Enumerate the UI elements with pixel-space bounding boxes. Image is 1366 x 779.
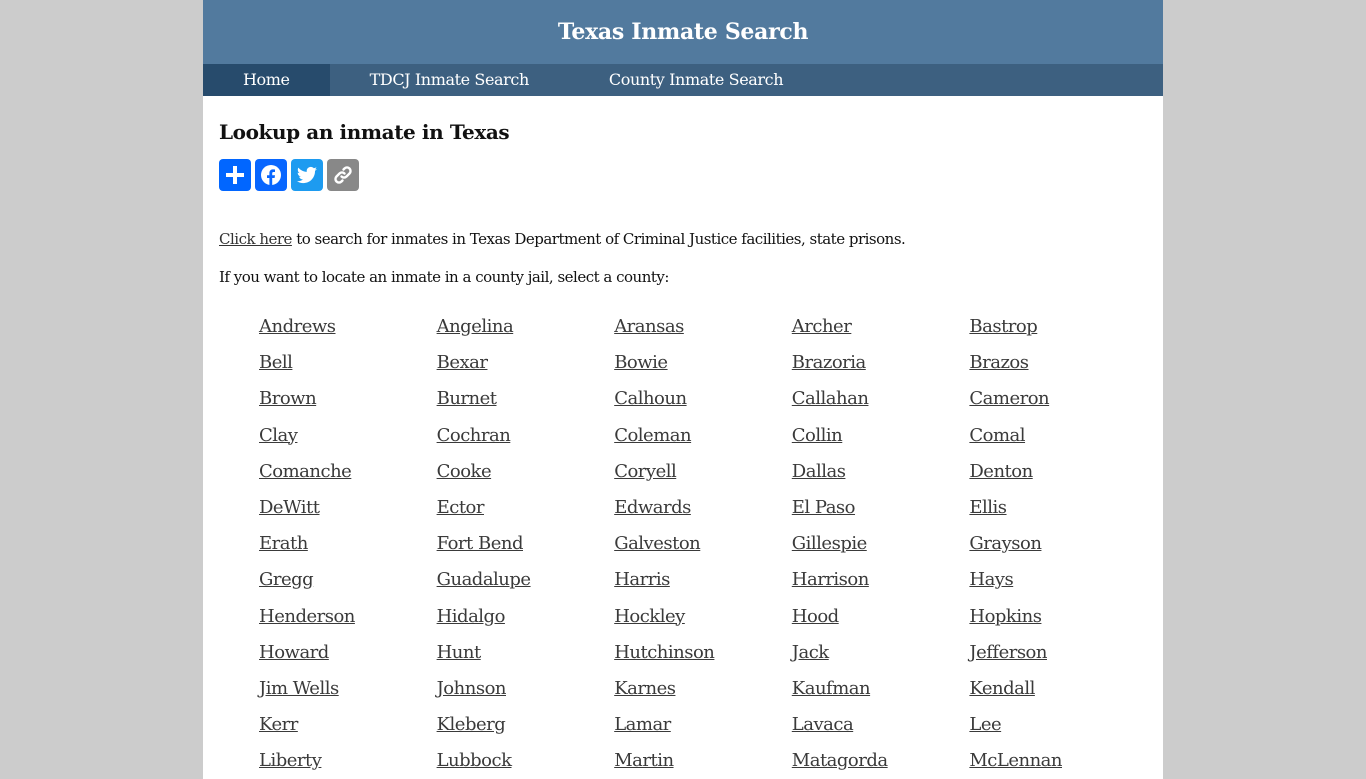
county-link-callahan[interactable]: Callahan xyxy=(792,381,970,417)
share-toolbar xyxy=(219,159,1147,192)
county-link-hidalgo[interactable]: Hidalgo xyxy=(437,599,615,635)
county-link-johnson[interactable]: Johnson xyxy=(437,671,615,707)
share-button[interactable] xyxy=(219,159,251,191)
link-icon xyxy=(334,166,352,184)
county-link-erath[interactable]: Erath xyxy=(259,526,437,562)
county-link-burnet[interactable]: Burnet xyxy=(437,381,615,417)
county-link-comanche[interactable]: Comanche xyxy=(259,454,437,490)
county-link-henderson[interactable]: Henderson xyxy=(259,599,437,635)
county-prompt: If you want to locate an inmate in a cou… xyxy=(219,268,669,286)
tdcj-paragraph: Click here to search for inmates in Texa… xyxy=(219,230,1147,248)
county-link-lavaca[interactable]: Lavaca xyxy=(792,707,970,743)
county-link-matagorda[interactable]: Matagorda xyxy=(792,743,970,779)
county-link-hays[interactable]: Hays xyxy=(969,562,1147,598)
county-link-jefferson[interactable]: Jefferson xyxy=(969,635,1147,671)
county-link-denton[interactable]: Denton xyxy=(969,454,1147,490)
county-link-bexar[interactable]: Bexar xyxy=(437,345,615,381)
tdcj-description: to search for inmates in Texas Departmen… xyxy=(291,230,906,248)
county-link-hunt[interactable]: Hunt xyxy=(437,635,615,671)
county-link-jack[interactable]: Jack xyxy=(792,635,970,671)
county-link-gillespie[interactable]: Gillespie xyxy=(792,526,970,562)
county-link-brown[interactable]: Brown xyxy=(259,381,437,417)
county-link-ellis[interactable]: Ellis xyxy=(969,490,1147,526)
county-link-bell[interactable]: Bell xyxy=(259,345,437,381)
twitter-icon xyxy=(297,166,317,184)
nav-item-home[interactable]: Home xyxy=(203,64,330,96)
county-link-coleman[interactable]: Coleman xyxy=(614,418,792,454)
twitter-share-button[interactable] xyxy=(291,159,323,191)
county-link-comal[interactable]: Comal xyxy=(969,418,1147,454)
county-link-lubbock[interactable]: Lubbock xyxy=(437,743,615,779)
county-link-martin[interactable]: Martin xyxy=(614,743,792,779)
county-link-brazos[interactable]: Brazos xyxy=(969,345,1147,381)
county-link-kendall[interactable]: Kendall xyxy=(969,671,1147,707)
county-link-clay[interactable]: Clay xyxy=(259,418,437,454)
county-link-lamar[interactable]: Lamar xyxy=(614,707,792,743)
nav-item-tdcj-inmate-search[interactable]: TDCJ Inmate Search xyxy=(330,64,569,96)
facebook-share-button[interactable] xyxy=(255,159,287,191)
county-link-kerr[interactable]: Kerr xyxy=(259,707,437,743)
county-link-ector[interactable]: Ector xyxy=(437,490,615,526)
tdcj-click-here-link[interactable]: Click here xyxy=(219,230,292,248)
county-link-gregg[interactable]: Gregg xyxy=(259,562,437,598)
county-link-lee[interactable]: Lee xyxy=(969,707,1147,743)
county-link-hopkins[interactable]: Hopkins xyxy=(969,599,1147,635)
county-link-cameron[interactable]: Cameron xyxy=(969,381,1147,417)
county-link-hood[interactable]: Hood xyxy=(792,599,970,635)
plus-icon xyxy=(226,166,244,184)
county-link-karnes[interactable]: Karnes xyxy=(614,671,792,707)
county-link-jim-wells[interactable]: Jim Wells xyxy=(259,671,437,707)
county-link-guadalupe[interactable]: Guadalupe xyxy=(437,562,615,598)
county-link-grayson[interactable]: Grayson xyxy=(969,526,1147,562)
page-container: Texas Inmate Search Home TDCJ Inmate Sea… xyxy=(203,0,1163,779)
county-link-collin[interactable]: Collin xyxy=(792,418,970,454)
page-heading: Lookup an inmate in Texas xyxy=(219,120,510,144)
county-link-aransas[interactable]: Aransas xyxy=(614,309,792,345)
county-link-cochran[interactable]: Cochran xyxy=(437,418,615,454)
site-title: Texas Inmate Search xyxy=(557,19,809,45)
county-link-liberty[interactable]: Liberty xyxy=(259,743,437,779)
county-link-galveston[interactable]: Galveston xyxy=(614,526,792,562)
county-link-bastrop[interactable]: Bastrop xyxy=(969,309,1147,345)
site-header: Texas Inmate Search xyxy=(203,0,1163,64)
county-link-edwards[interactable]: Edwards xyxy=(614,490,792,526)
county-link-hockley[interactable]: Hockley xyxy=(614,599,792,635)
county-link-angelina[interactable]: Angelina xyxy=(437,309,615,345)
county-link-andrews[interactable]: Andrews xyxy=(259,309,437,345)
county-link-el-paso[interactable]: El Paso xyxy=(792,490,970,526)
county-link-fort-bend[interactable]: Fort Bend xyxy=(437,526,615,562)
county-link-archer[interactable]: Archer xyxy=(792,309,970,345)
county-link-harrison[interactable]: Harrison xyxy=(792,562,970,598)
county-link-kaufman[interactable]: Kaufman xyxy=(792,671,970,707)
facebook-icon xyxy=(261,165,281,185)
county-link-coryell[interactable]: Coryell xyxy=(614,454,792,490)
county-link-hutchinson[interactable]: Hutchinson xyxy=(614,635,792,671)
county-link-dewitt[interactable]: DeWitt xyxy=(259,490,437,526)
county-list: Andrews Angelina Aransas Archer Bastrop Bell B… xyxy=(219,309,1147,779)
nav-item-county-inmate-search[interactable]: County Inmate Search xyxy=(569,64,823,96)
county-link-bowie[interactable]: Bowie xyxy=(614,345,792,381)
county-link-dallas[interactable]: Dallas xyxy=(792,454,970,490)
county-link-calhoun[interactable]: Calhoun xyxy=(614,381,792,417)
county-link-howard[interactable]: Howard xyxy=(259,635,437,671)
main-content: Lookup an inmate in Texas Click here to … xyxy=(203,96,1163,779)
copy-link-button[interactable] xyxy=(327,159,359,191)
county-link-cooke[interactable]: Cooke xyxy=(437,454,615,490)
nav-bar: Home TDCJ Inmate Search County Inmate Se… xyxy=(203,64,1163,96)
county-link-brazoria[interactable]: Brazoria xyxy=(792,345,970,381)
county-link-mclennan[interactable]: McLennan xyxy=(969,743,1147,779)
county-link-kleberg[interactable]: Kleberg xyxy=(437,707,615,743)
county-link-harris[interactable]: Harris xyxy=(614,562,792,598)
